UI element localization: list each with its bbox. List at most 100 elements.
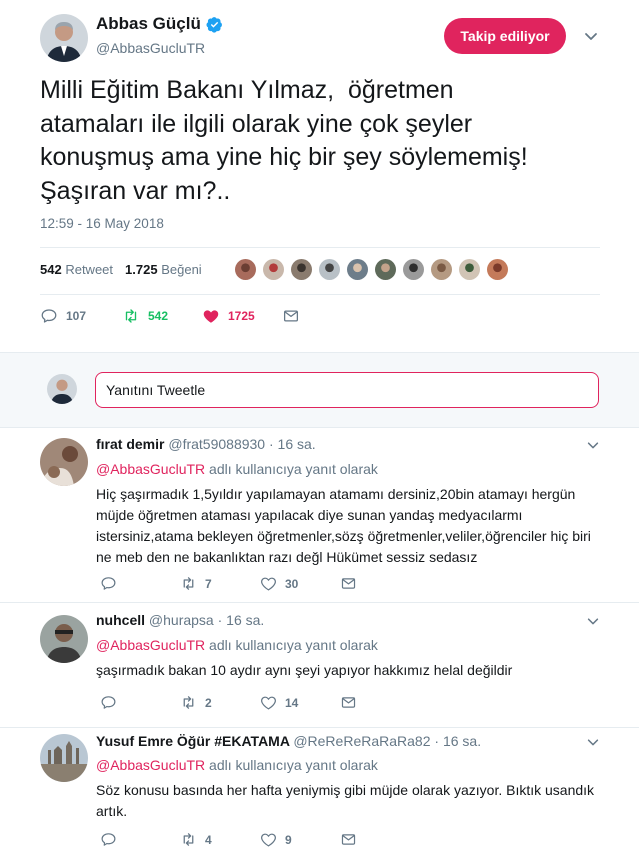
reply-avatar[interactable] xyxy=(40,615,88,663)
retweet-count: 2 xyxy=(205,695,212,710)
retweet-icon xyxy=(125,309,137,323)
divider xyxy=(40,247,600,248)
retweet-action[interactable]: 2 xyxy=(180,694,212,711)
reply-tweet[interactable]: nuhcell @hurapsa · 16 sa. @AbbasGucluTR … xyxy=(0,603,639,728)
reply-time[interactable]: 16 sa. xyxy=(226,612,264,628)
envelope-icon xyxy=(341,834,356,845)
author-avatar[interactable] xyxy=(40,14,88,62)
reply-context-suffix: adlı kullanıcıya yanıt olarak xyxy=(209,461,378,477)
reply-text: Söz konusu basında her hafta yeniymiş gi… xyxy=(96,782,595,819)
like-stat[interactable]: 1.725 Beğeni xyxy=(125,262,202,277)
retweet-icon xyxy=(183,577,194,590)
direct-message-action[interactable] xyxy=(282,307,308,325)
reply-author[interactable]: Yusuf Emre Öğür #EKATAMA @ReReReRaRaRa82… xyxy=(96,733,481,749)
like-action[interactable]: 9 xyxy=(260,831,292,848)
like-count: 30 xyxy=(285,576,299,591)
chevron-down-icon[interactable] xyxy=(586,438,600,452)
reply-action[interactable] xyxy=(100,694,125,711)
reply-context: @AbbasGucluTR adlı kullanıcıya yanıt ola… xyxy=(96,757,378,773)
tweet-timestamp[interactable]: 12:59 - 16 May 2018 xyxy=(40,216,164,231)
reply-mention-link[interactable]: @AbbasGucluTR xyxy=(96,637,205,653)
heart-icon xyxy=(261,833,276,847)
direct-message-action[interactable] xyxy=(340,694,365,711)
reply-count: 107 xyxy=(66,309,87,323)
reply-mention-link[interactable]: @AbbasGucluTR xyxy=(96,461,205,477)
liker-avatar[interactable] xyxy=(457,257,482,282)
reply-input[interactable]: Yanıtını Tweetle xyxy=(95,372,599,408)
like-action[interactable]: 14 xyxy=(260,694,298,711)
reply-action[interactable]: 107 xyxy=(40,307,86,325)
reply-author-name: fırat demir xyxy=(96,436,165,452)
reply-avatar[interactable] xyxy=(40,734,88,782)
reply-tweet[interactable]: Yusuf Emre Öğür #EKATAMA @ReReReRaRaRa82… xyxy=(0,728,639,860)
liker-avatar[interactable] xyxy=(261,257,286,282)
reply-author-name: nuhcell xyxy=(96,612,146,628)
liker-avatar[interactable] xyxy=(345,257,370,282)
reply-author[interactable]: fırat demir @frat59088930 · 16 sa. xyxy=(96,436,316,452)
reply-time[interactable]: 16 sa. xyxy=(278,436,316,452)
reply-text: Hiç şaşırmadık 1,5yıldır yapılamayan ata… xyxy=(96,486,591,565)
retweet-stat[interactable]: 542 Retweet xyxy=(40,262,113,277)
retweet-count: 4 xyxy=(205,832,212,847)
own-avatar[interactable] xyxy=(47,374,77,404)
like-action[interactable]: 1725 xyxy=(202,307,255,325)
like-count: 14 xyxy=(285,695,299,710)
reply-mention-link[interactable]: @AbbasGucluTR xyxy=(96,757,205,773)
heart-icon xyxy=(203,310,219,323)
chevron-down-icon[interactable] xyxy=(586,614,600,628)
heart-icon xyxy=(261,696,276,710)
reply-icon xyxy=(101,577,116,590)
tweet-text: Milli Eğitim Bakanı Yılmaz, öğretmen ata… xyxy=(40,76,528,205)
reply-context: @AbbasGucluTR adlı kullanıcıya yanıt ola… xyxy=(96,461,378,477)
reply-action[interactable] xyxy=(100,831,125,848)
reply-author-handle: @hurapsa xyxy=(148,612,214,628)
reply-icon xyxy=(41,309,57,323)
retweet-count-action: 542 xyxy=(148,309,169,323)
reply-author-name: Yusuf Emre Öğür #EKATAMA xyxy=(96,733,290,749)
retweet-action[interactable]: 542 xyxy=(122,307,168,325)
reply-action[interactable] xyxy=(100,575,125,592)
like-count: 1.725 xyxy=(125,262,158,277)
chevron-down-icon[interactable] xyxy=(583,28,599,44)
liker-avatar[interactable] xyxy=(289,257,314,282)
direct-message-action[interactable] xyxy=(340,575,365,592)
author-handle[interactable]: @AbbasGucluTR xyxy=(96,40,205,56)
retweet-action[interactable]: 4 xyxy=(180,831,212,848)
liker-avatar[interactable] xyxy=(373,257,398,282)
like-count-action: 1725 xyxy=(228,309,255,323)
author-name[interactable]: Abbas Güçlü xyxy=(96,14,201,34)
reply-author-handle: @frat59088930 xyxy=(168,436,266,452)
reply-meta-separator: · xyxy=(430,733,443,749)
direct-message-action[interactable] xyxy=(340,831,365,848)
reply-icon xyxy=(101,833,116,846)
like-count: 9 xyxy=(285,832,292,847)
liker-avatar[interactable] xyxy=(485,257,510,282)
chevron-down-icon[interactable] xyxy=(586,735,600,749)
reply-meta-separator: · xyxy=(213,612,227,628)
envelope-icon xyxy=(283,310,299,322)
retweet-action[interactable]: 7 xyxy=(180,575,212,592)
reply-context-suffix: adlı kullanıcıya yanıt olarak xyxy=(209,757,378,773)
reply-time[interactable]: 16 sa. xyxy=(443,733,481,749)
verified-badge-icon xyxy=(206,17,222,33)
liker-avatar[interactable] xyxy=(233,257,258,282)
reply-author-handle: @ReReReRaRaRa82 xyxy=(293,733,431,749)
tweet-stats: 542 Retweet 1.725 Beğeni xyxy=(40,262,202,277)
heart-icon xyxy=(261,577,276,591)
follow-button[interactable]: Takip ediliyor xyxy=(444,18,566,54)
reply-avatar[interactable] xyxy=(40,438,88,486)
reply-meta-separator: · xyxy=(265,436,278,452)
liker-avatar[interactable] xyxy=(401,257,426,282)
reply-author[interactable]: nuhcell @hurapsa · 16 sa. xyxy=(96,612,264,628)
retweet-stat-label: Retweet xyxy=(65,262,114,277)
like-stat-label: Beğeni xyxy=(161,262,202,277)
reply-icon xyxy=(101,696,116,709)
retweet-icon xyxy=(183,696,194,709)
reply-tweet[interactable]: fırat demir @frat59088930 · 16 sa. @Abba… xyxy=(0,428,639,603)
envelope-icon xyxy=(341,697,356,708)
envelope-icon xyxy=(341,578,356,589)
liker-avatar[interactable] xyxy=(317,257,342,282)
liker-avatar[interactable] xyxy=(429,257,454,282)
like-action[interactable]: 30 xyxy=(260,575,298,592)
reply-context: @AbbasGucluTR adlı kullanıcıya yanıt ola… xyxy=(96,637,378,653)
